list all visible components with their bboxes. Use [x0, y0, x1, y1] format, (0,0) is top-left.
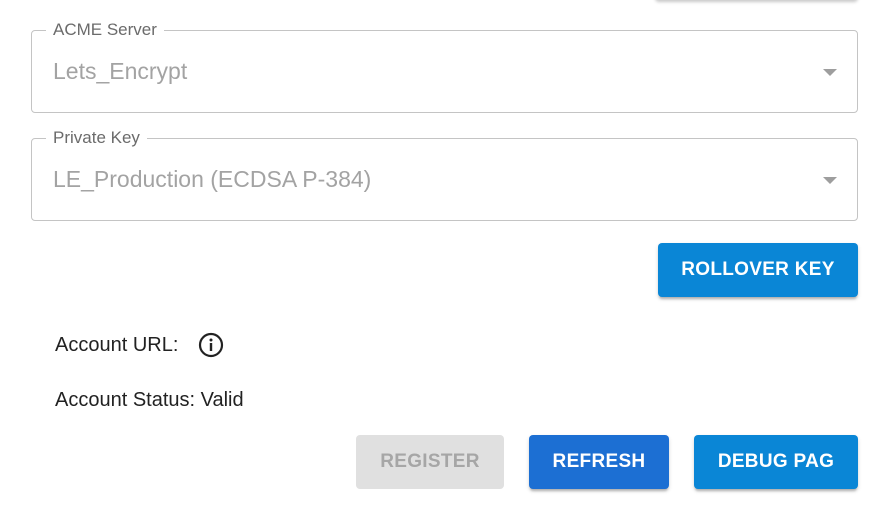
refresh-button[interactable]: REFRESH: [529, 435, 669, 489]
private-key-select[interactable]: Private Key LE_Production (ECDSA P-384): [31, 128, 858, 221]
acme-server-label: ACME Server: [46, 20, 164, 40]
rollover-key-button[interactable]: ROLLOVER KEY: [658, 243, 858, 297]
debug-page-button[interactable]: DEBUG PAG: [694, 435, 858, 489]
chevron-down-icon[interactable]: [823, 69, 837, 76]
chevron-down-icon[interactable]: [823, 177, 837, 184]
acme-server-value: Lets_Encrypt: [53, 58, 188, 84]
account-status-text: Account Status: Valid: [55, 389, 244, 411]
acme-settings-panel: ACME Server Lets_Encrypt Private Key LE_…: [0, 0, 888, 517]
acme-server-select[interactable]: ACME Server Lets_Encrypt: [31, 20, 858, 113]
info-icon[interactable]: [198, 332, 224, 358]
register-button[interactable]: REGISTER: [356, 435, 504, 489]
private-key-value: LE_Production (ECDSA P-384): [53, 166, 372, 192]
account-url-label: Account URL:: [55, 334, 179, 356]
private-key-label: Private Key: [46, 128, 147, 148]
